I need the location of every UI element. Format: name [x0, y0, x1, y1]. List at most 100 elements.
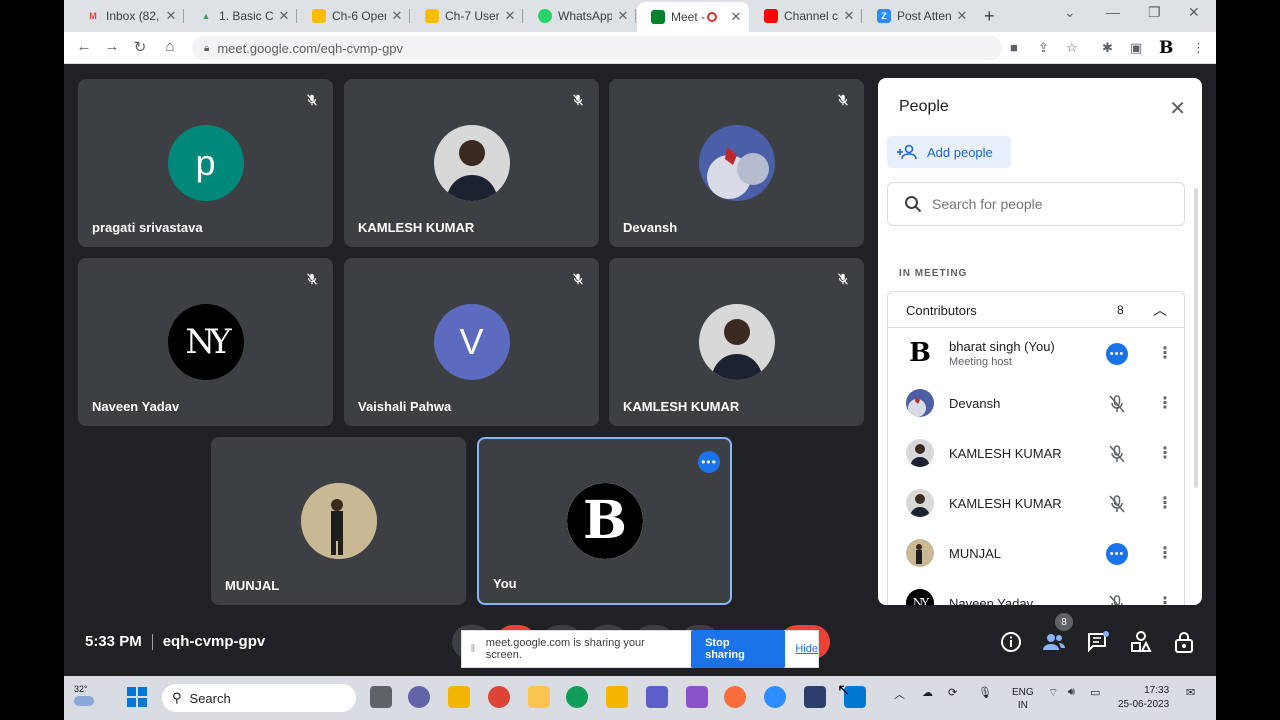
microphone-icon[interactable]: 🎙︎ — [978, 686, 992, 699]
chat-app-icon[interactable] — [408, 686, 430, 708]
browser-menu-icon[interactable]: ⋮ — [1192, 40, 1205, 56]
close-icon[interactable]: ✕ — [616, 8, 630, 24]
list-item[interactable]: NY Naveen Yadav ⋮ — [888, 578, 1184, 605]
close-icon[interactable]: ✕ — [164, 8, 178, 24]
drag-handle-icon[interactable]: ‖ — [466, 643, 480, 655]
tab-gmail[interactable]: M Inbox (82,5 ✕ — [72, 4, 184, 28]
mic-off-icon[interactable] — [1106, 593, 1128, 605]
notification-icon[interactable]: ✉ — [1186, 686, 1195, 699]
participant-tile[interactable]: p pragati srivastava — [78, 79, 333, 247]
chevron-up-icon[interactable]: ︿ — [894, 686, 905, 702]
add-people-button[interactable]: Add people — [887, 136, 1011, 168]
tab-zoom[interactable]: Z Post Attend ✕ — [863, 4, 975, 28]
people-icon[interactable] — [1042, 630, 1066, 654]
zoom-app-icon[interactable] — [764, 686, 786, 708]
tab-drive[interactable]: ▲ 1. Basic Co ✕ — [185, 4, 297, 28]
close-icon[interactable]: ✕ — [1169, 96, 1186, 121]
participant-tile[interactable]: Devansh — [609, 79, 864, 247]
volume-icon[interactable]: 🔊︎ — [1068, 686, 1075, 699]
taskbar-clock[interactable]: 17:33 25-06-2023 — [1118, 684, 1169, 712]
participant-tile[interactable]: MUNJAL — [211, 437, 466, 605]
more-options-button[interactable]: ••• — [1106, 343, 1128, 365]
back-icon[interactable]: ← — [74, 38, 94, 55]
tab-search-icon[interactable]: ⌄ — [1064, 4, 1076, 21]
share-icon[interactable]: ⇪ — [1038, 40, 1049, 56]
more-options-button[interactable]: ••• — [1106, 543, 1128, 565]
chat-icon[interactable] — [1086, 630, 1110, 654]
profile-avatar[interactable]: B — [1159, 38, 1173, 58]
mic-off-icon[interactable] — [1106, 443, 1128, 465]
list-item[interactable]: KAMLESH KUMAR ⋮ — [888, 478, 1184, 528]
contributors-header[interactable]: Contributors 8 ︿ — [888, 292, 1184, 328]
home-icon[interactable]: ⌂ — [160, 38, 180, 55]
forward-icon[interactable]: → — [102, 38, 122, 55]
address-bar[interactable]: 🔒︎ meet.google.com/eqh-cvmp-gpv — [192, 36, 1002, 60]
list-item[interactable]: Devansh ⋮ — [888, 378, 1184, 428]
app-icon[interactable] — [724, 686, 746, 708]
language-indicator[interactable]: ENG IN — [1012, 686, 1034, 712]
close-icon[interactable]: ✕ — [503, 8, 517, 24]
chrome-icon[interactable] — [488, 686, 510, 708]
file-explorer-icon[interactable] — [528, 686, 550, 708]
meeting-code[interactable]: eqh-cvmp-gpv — [163, 633, 266, 650]
tab-whatsapp[interactable]: WhatsApp ✕ — [524, 4, 636, 28]
battery-icon[interactable]: ▭ — [1090, 686, 1100, 699]
weather-widget[interactable]: 32° — [74, 684, 94, 706]
reload-icon[interactable]: ↻ — [130, 38, 150, 56]
activities-icon[interactable] — [1129, 630, 1153, 654]
extensions-icon[interactable]: ✱ — [1102, 40, 1113, 56]
app-icon[interactable] — [804, 686, 826, 708]
side-panel-icon[interactable]: ▣ — [1130, 40, 1142, 56]
close-icon[interactable]: ✕ — [842, 8, 856, 24]
tab-slides-ch6[interactable]: Ch-6 Opera ✕ — [298, 4, 410, 28]
lock-icon[interactable]: 🔒︎ — [204, 43, 209, 54]
mic-off-icon[interactable] — [1106, 493, 1128, 515]
participant-tile[interactable]: NY Naveen Yadav — [78, 258, 333, 426]
kebab-menu-icon[interactable]: ⋮ — [1157, 443, 1173, 463]
kebab-menu-icon[interactable]: ⋮ — [1157, 343, 1173, 363]
list-item[interactable]: B bharat singh (You) Meeting host ••• ⋮ — [888, 328, 1184, 378]
minimize-icon[interactable]: — — [1106, 4, 1120, 20]
chevron-up-icon[interactable]: ︿ — [1153, 300, 1167, 320]
notepad-icon[interactable] — [606, 686, 628, 708]
bookmark-star-icon[interactable]: ☆ — [1066, 40, 1078, 56]
teams-icon[interactable] — [646, 686, 668, 708]
participant-tile[interactable]: V Vaishali Pahwa — [344, 258, 599, 426]
mic-off-icon[interactable] — [1106, 393, 1128, 415]
info-icon[interactable] — [999, 630, 1023, 654]
onedrive-icon[interactable]: ☁ — [922, 686, 933, 699]
list-item[interactable]: KAMLESH KUMAR ⋮ — [888, 428, 1184, 478]
stop-sharing-button[interactable]: Stop sharing — [691, 630, 786, 668]
new-tab-icon[interactable]: + — [984, 6, 995, 27]
close-icon[interactable]: ✕ — [729, 9, 743, 25]
camera-icon[interactable]: ■ — [1010, 40, 1018, 55]
close-icon[interactable]: ✕ — [277, 8, 291, 24]
more-options-button[interactable]: ••• — [698, 451, 720, 473]
widgets-icon[interactable] — [448, 686, 470, 708]
tab-youtube[interactable]: Channel co ✕ — [750, 4, 862, 28]
participant-tile[interactable]: KAMLESH KUMAR — [344, 79, 599, 247]
update-icon[interactable]: ⟳ — [948, 686, 957, 699]
participant-tile[interactable]: KAMLESH KUMAR — [609, 258, 864, 426]
close-icon[interactable]: ✕ — [955, 8, 969, 24]
kebab-menu-icon[interactable]: ⋮ — [1157, 543, 1173, 563]
kebab-menu-icon[interactable]: ⋮ — [1157, 393, 1173, 413]
search-people-input[interactable] — [932, 196, 1152, 212]
list-item[interactable]: MUNJAL ••• ⋮ — [888, 528, 1184, 578]
hide-link[interactable]: Hide — [795, 643, 818, 655]
tab-slides-ch7[interactable]: Ch-7 User I ✕ — [411, 4, 523, 28]
task-view-icon[interactable] — [370, 686, 392, 708]
edge-icon[interactable] — [566, 686, 588, 708]
taskbar-search[interactable]: ⚲ Search — [162, 684, 356, 712]
kebab-menu-icon[interactable]: ⋮ — [1157, 593, 1173, 605]
self-view-tile[interactable]: B ••• You — [477, 437, 732, 605]
host-controls-icon[interactable] — [1172, 630, 1196, 654]
visual-studio-icon[interactable] — [686, 686, 708, 708]
windows-start-icon[interactable] — [126, 686, 148, 708]
close-icon[interactable]: ✕ — [390, 8, 404, 24]
window-close-icon[interactable]: ✕ — [1188, 4, 1200, 21]
kebab-menu-icon[interactable]: ⋮ — [1157, 493, 1173, 513]
panel-scrollbar[interactable] — [1194, 188, 1198, 488]
restore-icon[interactable]: ❐ — [1148, 4, 1161, 21]
wifi-icon[interactable]: ⌔ — [1048, 686, 1058, 700]
